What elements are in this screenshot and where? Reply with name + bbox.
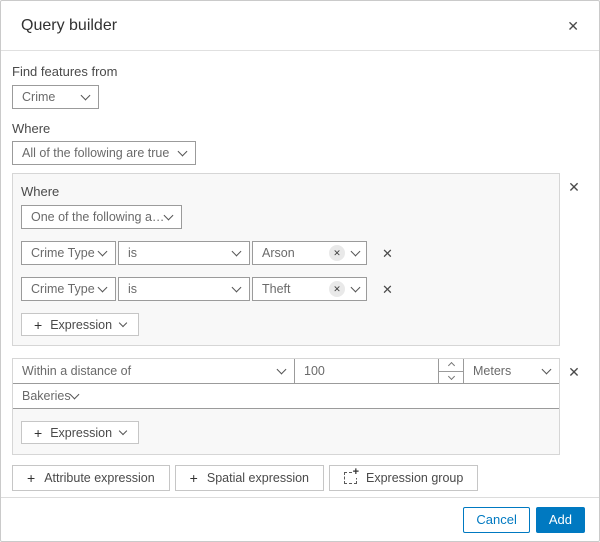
- attribute-expression-label: Attribute expression: [44, 471, 155, 485]
- cancel-button[interactable]: Cancel: [463, 506, 530, 533]
- dialog-title: Query builder: [21, 16, 118, 34]
- chevron-down-icon: [97, 282, 108, 292]
- add-expression-group-button[interactable]: + Expression group: [329, 465, 479, 491]
- operator-select-value: is: [128, 282, 138, 296]
- dialog-header: Query builder ✕: [1, 1, 599, 51]
- unit-select-value: Meters: [473, 364, 512, 378]
- top-operator-value: All of the following are true: [22, 146, 170, 160]
- group1-operator-value: One of the following are tr...: [31, 210, 165, 224]
- add-spatial-expression-button[interactable]: + Spatial expression: [174, 465, 325, 491]
- expression-group-2-row: Within a distance of Meters: [12, 358, 588, 455]
- spatial-operator-select[interactable]: Within a distance of: [13, 359, 294, 383]
- distance-input-cell: [294, 359, 438, 383]
- plus-icon: +: [34, 424, 43, 441]
- add-expression-label: Expression: [50, 425, 113, 440]
- chevron-down-icon: [163, 210, 174, 220]
- chevron-down-icon: [350, 282, 361, 292]
- field-select[interactable]: Crime Type: [21, 277, 116, 301]
- plus-icon: +: [34, 316, 43, 333]
- expression-group-1: Where One of the following are tr... Cri…: [12, 173, 560, 346]
- expression-group-2: Within a distance of Meters: [12, 358, 560, 455]
- field-select-value: Crime Type: [31, 282, 95, 296]
- operator-select[interactable]: is: [118, 241, 250, 265]
- chevron-down-icon: [177, 146, 188, 156]
- add-expression-button[interactable]: + Expression: [21, 313, 140, 336]
- spatial-operator-value: Within a distance of: [22, 364, 132, 378]
- add-button[interactable]: Add: [535, 506, 585, 533]
- operator-select-value: is: [128, 246, 138, 260]
- distance-input[interactable]: [295, 359, 438, 383]
- distance-stepper: [438, 359, 463, 383]
- delete-group-icon[interactable]: ✕: [564, 178, 584, 196]
- plus-icon: +: [351, 466, 361, 478]
- query-builder-dialog: Query builder ✕ Find features from Crime…: [0, 0, 600, 542]
- chevron-down-icon: [276, 364, 287, 374]
- chevron-down-icon: [541, 364, 552, 374]
- group1-operator-select[interactable]: One of the following are tr...: [21, 205, 182, 229]
- group1-where-label: Where: [21, 184, 60, 199]
- layer-select[interactable]: Crime: [12, 85, 99, 109]
- clear-value-icon[interactable]: ✕: [329, 281, 345, 297]
- expression-group-icon: +: [344, 467, 361, 484]
- value-combobox[interactable]: Theft ✕: [252, 277, 367, 301]
- value-combobox[interactable]: Arson ✕: [252, 241, 367, 265]
- chevron-down-icon: [118, 426, 128, 435]
- chevron-down-icon: [80, 90, 91, 100]
- dialog-body: Find features from Crime Where All of th…: [1, 51, 599, 497]
- delete-condition-icon[interactable]: ✕: [378, 245, 397, 262]
- chevron-down-icon: [69, 389, 80, 399]
- close-icon[interactable]: ✕: [563, 17, 583, 35]
- clear-value-icon[interactable]: ✕: [329, 245, 345, 261]
- unit-select[interactable]: Meters: [463, 359, 559, 383]
- add-expression-button[interactable]: + Expression: [21, 421, 140, 444]
- chevron-down-icon: [231, 246, 242, 256]
- plus-icon: +: [189, 470, 198, 486]
- condition-row-2: Crime Type is Theft ✕ ✕: [21, 277, 551, 301]
- target-layer-value: Bakeries: [22, 389, 71, 403]
- condition-row-1: Crime Type is Arson ✕ ✕: [21, 241, 551, 265]
- delete-group-icon[interactable]: ✕: [564, 363, 584, 381]
- delete-condition-icon[interactable]: ✕: [378, 281, 397, 298]
- top-operator-select[interactable]: All of the following are true: [12, 141, 196, 165]
- value-combobox-value: Arson: [262, 246, 295, 260]
- expression-actions: + Attribute expression + Spatial express…: [12, 465, 588, 491]
- field-select-value: Crime Type: [31, 246, 95, 260]
- add-attribute-expression-button[interactable]: + Attribute expression: [12, 465, 170, 491]
- layer-select-value: Crime: [22, 90, 56, 104]
- expression-group-label: Expression group: [366, 471, 464, 485]
- chevron-down-icon: [118, 318, 128, 327]
- plus-icon: +: [27, 470, 36, 486]
- add-expression-label: Expression: [50, 317, 113, 332]
- value-combobox-value: Theft: [262, 282, 291, 296]
- operator-select[interactable]: is: [118, 277, 250, 301]
- stepper-down-icon[interactable]: [439, 372, 463, 384]
- find-features-label: Find features from: [12, 64, 118, 79]
- target-layer-select[interactable]: Bakeries: [13, 384, 559, 408]
- chevron-down-icon: [97, 246, 108, 256]
- spatial-expression-label: Spatial expression: [206, 471, 310, 485]
- stepper-up-icon[interactable]: [439, 359, 463, 372]
- where-label: Where: [12, 121, 51, 136]
- expression-group-1-row: Where One of the following are tr... Cri…: [12, 173, 588, 346]
- field-select[interactable]: Crime Type: [21, 241, 116, 265]
- dialog-footer: Cancel Add: [1, 497, 599, 541]
- chevron-down-icon: [350, 246, 361, 256]
- chevron-down-icon: [231, 282, 242, 292]
